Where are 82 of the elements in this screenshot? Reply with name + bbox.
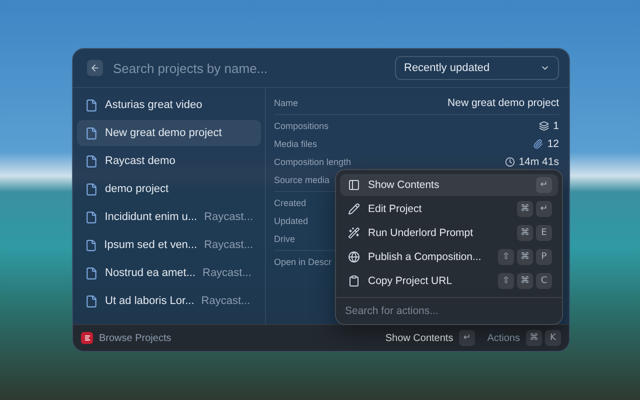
action-label: Edit Project xyxy=(368,203,423,215)
footer-title: Browse Projects xyxy=(99,332,172,344)
keyboard-key: P xyxy=(536,249,552,265)
detail-value: 1 xyxy=(553,120,559,132)
project-subtitle: Raycast... xyxy=(204,239,253,251)
back-arrow-icon xyxy=(90,63,100,73)
project-list-item[interactable]: Nostrud ea amet... Raycast... xyxy=(77,260,261,286)
project-subtitle: Raycast... xyxy=(204,211,253,223)
action-label: Show Contents xyxy=(368,179,440,191)
pencil-icon xyxy=(348,203,360,215)
project-title: New great demo project xyxy=(105,127,222,139)
project-subtitle: Raycast... xyxy=(201,295,250,307)
keyboard-key: ↵ xyxy=(459,330,476,346)
detail-value: 12 xyxy=(547,138,559,150)
action-menu-item[interactable]: Run Underlord Prompt ⌘ E xyxy=(340,222,558,244)
action-menu-item[interactable]: Show Contents ↵ xyxy=(340,174,558,196)
detail-label: Media files xyxy=(274,139,318,149)
detail-label: Created xyxy=(274,198,306,208)
detail-label: Updated xyxy=(274,216,308,226)
action-search-field[interactable]: Search for actions... xyxy=(336,297,562,324)
keyboard-key: E xyxy=(536,225,552,241)
layers-icon xyxy=(539,121,550,131)
project-list-item[interactable]: Asturias great video xyxy=(77,92,261,118)
project-list-item[interactable]: Ut ad laboris Lor... Raycast... xyxy=(77,288,261,314)
action-menu-item[interactable]: Edit Project ⌘ ↵ xyxy=(340,198,558,220)
globe-icon xyxy=(348,251,360,263)
clipboard-icon xyxy=(348,275,360,287)
keyboard-key: ⇧ xyxy=(498,249,514,265)
project-title: Raycast demo xyxy=(105,155,176,167)
actions-label[interactable]: Actions xyxy=(487,332,520,344)
document-icon xyxy=(85,154,98,168)
detail-label: Drive xyxy=(274,234,296,244)
paperclip-icon xyxy=(533,139,544,149)
magic-wand-icon xyxy=(348,227,360,239)
keyboard-key: C xyxy=(536,273,552,289)
keyboard-key: K xyxy=(545,330,561,346)
action-menu-item[interactable]: Publish a Composition... ⇧ ⌘ P xyxy=(340,246,558,268)
project-title: Incididunt enim u... xyxy=(104,211,198,223)
project-title: Asturias great video xyxy=(105,99,202,111)
primary-action-label[interactable]: Show Contents xyxy=(385,332,454,344)
keyboard-key: ⌘ xyxy=(517,225,533,241)
action-label: Publish a Composition... xyxy=(368,251,482,263)
project-subtitle: Raycast... xyxy=(202,267,252,279)
keyboard-key: ↵ xyxy=(536,177,552,193)
project-title: Ipsum sed et ven... xyxy=(104,239,198,251)
keyboard-key: ⌘ xyxy=(517,273,533,289)
project-list-item[interactable]: Raycast demo xyxy=(77,148,261,174)
search-field[interactable]: Search projects by name... xyxy=(111,60,387,76)
action-label: Run Underlord Prompt xyxy=(368,227,474,239)
project-list-item[interactable]: demo project xyxy=(77,176,261,202)
sidebar-panel-icon xyxy=(348,179,360,191)
project-list-item[interactable]: Incididunt enim u... Raycast... xyxy=(77,204,261,230)
app-logo-icon xyxy=(81,332,93,344)
project-title: Ut ad laboris Lor... xyxy=(105,295,194,307)
document-icon xyxy=(85,266,98,280)
project-list-item[interactable]: New great demo project xyxy=(77,120,261,146)
document-icon xyxy=(85,98,98,112)
keyboard-key: ↵ xyxy=(536,201,552,217)
document-icon xyxy=(85,210,98,224)
keyboard-key: ⇧ xyxy=(498,273,514,289)
project-title: demo project xyxy=(105,183,169,195)
keyboard-key: ⌘ xyxy=(517,249,533,265)
detail-label: Compositions xyxy=(274,121,329,131)
sort-dropdown[interactable]: Recently updated xyxy=(395,56,559,80)
back-button[interactable] xyxy=(87,60,103,76)
detail-value: New great demo project xyxy=(448,97,559,109)
detail-label: Open in Descr xyxy=(274,257,332,267)
document-icon xyxy=(85,182,98,196)
keyboard-key: ⌘ xyxy=(526,330,542,346)
detail-label: Name xyxy=(274,98,298,108)
document-icon xyxy=(85,126,98,140)
detail-label: Source media xyxy=(274,175,330,185)
document-icon xyxy=(85,294,98,308)
project-title: Nostrud ea amet... xyxy=(105,267,196,279)
action-label: Copy Project URL xyxy=(368,275,454,287)
document-icon xyxy=(85,238,98,252)
detail-value: 14m 41s xyxy=(518,156,559,168)
keyboard-key: ⌘ xyxy=(517,201,533,217)
detail-label: Composition length xyxy=(274,157,352,167)
clock-icon xyxy=(504,157,515,167)
project-list-item[interactable]: Ipsum sed et ven... Raycast... xyxy=(77,232,261,258)
action-menu-item[interactable]: Copy Project URL ⇧ ⌘ C xyxy=(340,270,558,292)
